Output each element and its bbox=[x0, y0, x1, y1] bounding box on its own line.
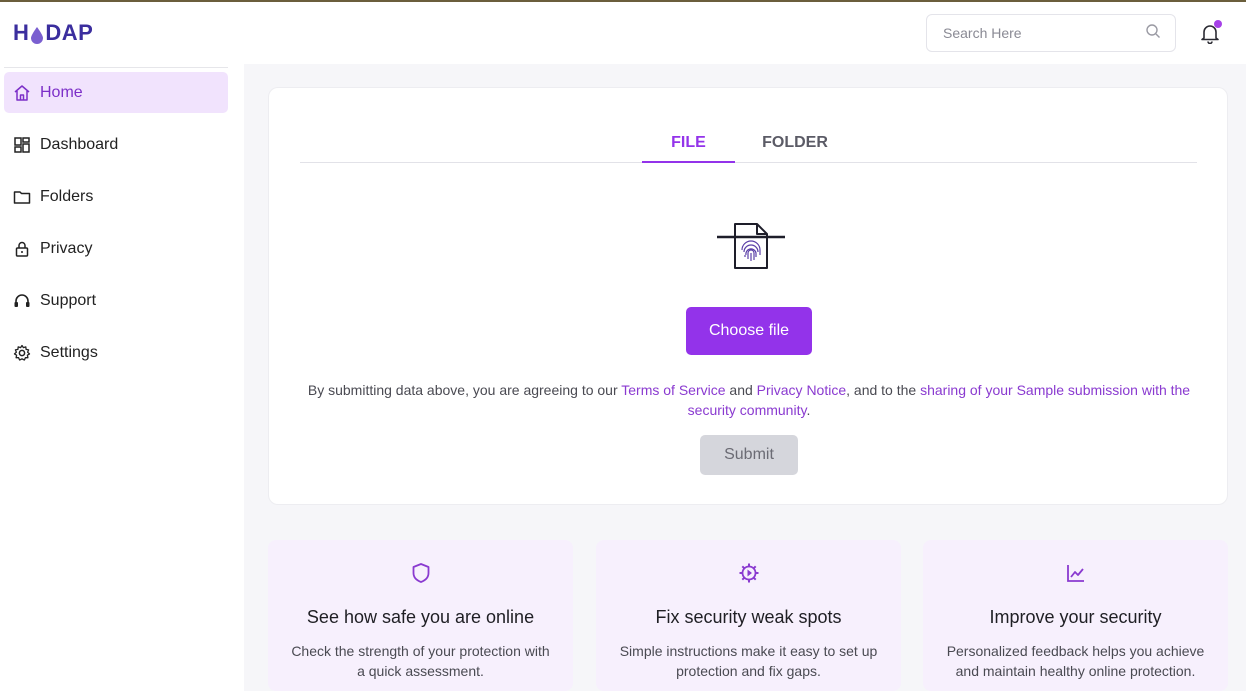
chart-line-icon bbox=[1065, 562, 1087, 584]
upload-card: FILE FOLDER Choose file By submitting da… bbox=[268, 87, 1228, 505]
fingerprint-file-icon bbox=[715, 222, 787, 272]
sidebar-item-label: Folders bbox=[40, 187, 94, 205]
terms-suffix: . bbox=[806, 402, 811, 418]
terms-text: By submitting data above, you are agreei… bbox=[299, 380, 1199, 420]
feature-card-safety: See how safe you are online Check the st… bbox=[268, 540, 573, 691]
terms-prefix: By submitting data above, you are agreei… bbox=[307, 382, 622, 398]
home-icon bbox=[13, 84, 31, 102]
feature-card-weak-spots: Fix security weak spots Simple instructi… bbox=[596, 540, 901, 691]
sidebar-item-settings[interactable]: Settings bbox=[4, 332, 228, 373]
sidebar-item-folders[interactable]: Folders bbox=[4, 176, 228, 217]
logo-text-right: DAP bbox=[45, 20, 94, 45]
sidebar-item-label: Support bbox=[40, 291, 97, 309]
notifications-button[interactable] bbox=[1199, 20, 1222, 45]
terms-of-service-link[interactable]: Terms of Service bbox=[621, 382, 725, 398]
feature-text: Check the strength of your protection wi… bbox=[291, 643, 550, 679]
sidebar-item-label: Privacy bbox=[40, 239, 93, 257]
privacy-notice-link[interactable]: Privacy Notice bbox=[757, 382, 846, 398]
feature-title: See how safe you are online bbox=[306, 607, 535, 627]
feature-text: Personalized feedback helps you achieve … bbox=[946, 643, 1205, 679]
sidebar-nav: Home Dashboard Folders Privacy Support S… bbox=[4, 72, 228, 384]
feature-text: Simple instructions make it easy to set … bbox=[619, 643, 878, 679]
sidebar-item-support[interactable]: Support bbox=[4, 280, 228, 321]
submit-button[interactable]: Submit bbox=[700, 435, 798, 475]
lock-icon bbox=[13, 240, 31, 258]
sidebar-item-label: Home bbox=[40, 83, 83, 101]
search-box[interactable] bbox=[926, 14, 1176, 52]
choose-file-button[interactable]: Choose file bbox=[686, 307, 812, 355]
search-input[interactable] bbox=[943, 25, 1145, 41]
sidebar-item-dashboard[interactable]: Dashboard bbox=[4, 124, 228, 165]
dashboard-icon bbox=[13, 136, 31, 154]
feature-card-improve: Improve your security Personalized feedb… bbox=[923, 540, 1228, 691]
header: H DAP bbox=[0, 2, 1246, 64]
logo-text-left: H bbox=[13, 20, 30, 45]
sidebar-item-label: Settings bbox=[40, 343, 98, 361]
shield-icon bbox=[410, 562, 432, 584]
app-logo[interactable]: H DAP bbox=[13, 20, 93, 46]
bell-icon bbox=[1199, 25, 1221, 48]
upload-tabs: FILE FOLDER bbox=[300, 128, 1197, 163]
feature-cards: See how safe you are online Check the st… bbox=[268, 540, 1228, 691]
tab-folder[interactable]: FOLDER bbox=[755, 134, 835, 163]
gear-icon bbox=[13, 344, 31, 362]
gear-bolt-icon bbox=[738, 562, 760, 584]
logo-drop-icon bbox=[30, 24, 44, 44]
sidebar: Home Dashboard Folders Privacy Support S… bbox=[0, 64, 244, 691]
sidebar-item-privacy[interactable]: Privacy bbox=[4, 228, 228, 269]
feature-title: Fix security weak spots bbox=[655, 607, 842, 627]
sidebar-item-label: Dashboard bbox=[40, 135, 119, 153]
terms-mid2: , and to the bbox=[846, 382, 921, 398]
main-content: FILE FOLDER Choose file By submitting da… bbox=[244, 64, 1246, 691]
sidebar-divider bbox=[4, 67, 228, 68]
search-icon[interactable] bbox=[1145, 23, 1161, 44]
folder-icon bbox=[13, 188, 31, 206]
feature-title: Improve your security bbox=[989, 607, 1162, 627]
sidebar-item-home[interactable]: Home bbox=[4, 72, 228, 113]
tab-file[interactable]: FILE bbox=[642, 134, 735, 163]
terms-mid1: and bbox=[725, 382, 757, 398]
notification-dot bbox=[1214, 20, 1222, 28]
headset-icon bbox=[13, 292, 31, 310]
